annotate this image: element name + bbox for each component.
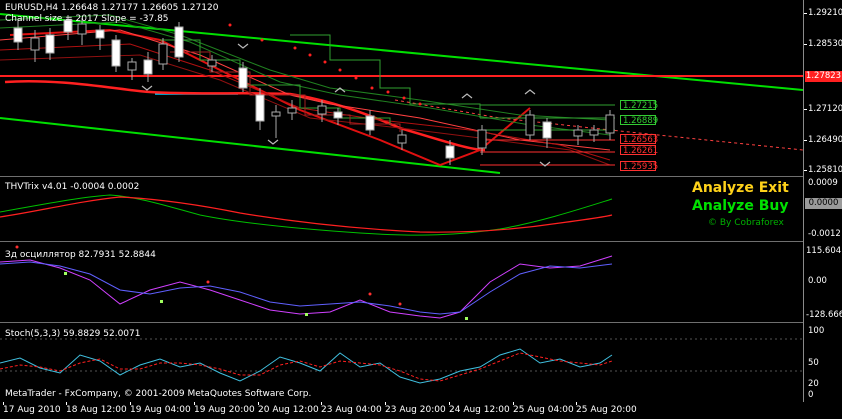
time-label: 24 Aug 12:00 bbox=[449, 405, 510, 415]
stoch-main-line bbox=[0, 348, 613, 384]
thvtrix-label: THVTrix v4.01 -0.0004 0.0002 bbox=[5, 182, 140, 192]
channel-lower-line bbox=[0, 117, 501, 174]
price-tick: 1.25810 bbox=[808, 165, 842, 175]
osc-dots-2 bbox=[64, 272, 468, 320]
thvtrix-axis[interactable]: 0.0009 0.0000 -0.0012 bbox=[803, 177, 842, 242]
time-label: 23 Aug 20:00 bbox=[385, 405, 446, 415]
time-label: 25 Aug 20:00 bbox=[576, 405, 637, 415]
credit-label: © By Cobraforex bbox=[708, 218, 784, 228]
price-axis[interactable]: 1.29210 1.28530 1.27823 1.27120 1.26490 … bbox=[803, 0, 842, 177]
trix-slow-line bbox=[0, 196, 613, 233]
price-chart-pane[interactable]: EURUSD,H4 1.26648 1.27177 1.26605 1.2712… bbox=[0, 0, 803, 177]
chart-header: EURUSD,H4 1.26648 1.27177 1.26605 1.2712… bbox=[5, 3, 219, 13]
stoch-signal-line bbox=[0, 352, 613, 382]
stochastic-label: Stoch(5,3,3) 59.8829 52.0071 bbox=[5, 329, 141, 339]
thvtrix-tick: -0.0012 bbox=[808, 229, 841, 239]
oscillator-pane[interactable]: Зд осциллятор 82.7931 52.8844 bbox=[0, 242, 803, 323]
osc-tick: 115.6041 bbox=[806, 246, 842, 256]
level-label-1: 1.27215 bbox=[620, 100, 658, 111]
stochastic-axis[interactable]: 100 50 20 0 bbox=[803, 323, 842, 403]
thvtrix-tick: 0.0009 bbox=[808, 178, 838, 188]
time-label: 17 Aug 2010 bbox=[3, 405, 61, 415]
level-label-5: 1.25935 bbox=[620, 161, 658, 172]
copyright-label: MetaTrader - FxCompany, © 2001-2009 Meta… bbox=[5, 389, 312, 399]
time-label: 19 Aug 20:00 bbox=[194, 405, 255, 415]
osc-tick: -128.6663 bbox=[806, 310, 842, 320]
time-label: 18 Aug 12:00 bbox=[66, 405, 127, 415]
stoch-tick: 100 bbox=[808, 326, 825, 336]
stochastic-pane[interactable]: Stoch(5,3,3) 59.8829 52.0071 MetaTrader … bbox=[0, 323, 803, 403]
time-label: 20 Aug 12:00 bbox=[258, 405, 319, 415]
oscillator-axis[interactable]: 115.6041 0.00 -128.6663 bbox=[803, 242, 842, 323]
thvtrix-current-box: 0.0000 bbox=[805, 198, 842, 209]
channel-info: Channel size = 2017 Slope = -37.85 bbox=[5, 14, 169, 24]
stoch-tick: 50 bbox=[808, 358, 819, 368]
price-tick: 1.29210 bbox=[808, 8, 842, 18]
osc-line-2 bbox=[0, 261, 613, 315]
osc-line-1 bbox=[0, 255, 613, 319]
time-label: 25 Aug 04:00 bbox=[513, 405, 574, 415]
level-label-3: 1.26563 bbox=[620, 134, 658, 145]
oscillator-label: Зд осциллятор 82.7931 52.8844 bbox=[5, 250, 156, 260]
current-price-box: 1.27823 bbox=[805, 71, 842, 82]
time-label: 23 Aug 04:00 bbox=[321, 405, 382, 415]
price-tick: 1.28530 bbox=[808, 39, 842, 49]
analyze-buy-label: Analyze Buy bbox=[692, 198, 789, 214]
time-label: 19 Aug 04:00 bbox=[130, 405, 191, 415]
price-tick: 1.26490 bbox=[808, 135, 842, 145]
candlesticks bbox=[13, 15, 615, 165]
level-label-2: 1.26889 bbox=[620, 115, 658, 126]
price-tick: 1.27120 bbox=[808, 104, 842, 114]
analyze-exit-label: Analyze Exit bbox=[692, 180, 789, 196]
regression-curve bbox=[4, 79, 486, 152]
thvtrix-pane[interactable]: THVTrix v4.01 -0.0004 0.0002 Analyze Exi… bbox=[0, 177, 803, 242]
osc-tick: 0.00 bbox=[808, 276, 827, 286]
stoch-tick: 0 bbox=[808, 390, 814, 400]
price-chart-canvas bbox=[0, 13, 803, 174]
stoch-tick: 20 bbox=[808, 379, 819, 389]
level-label-4: 1.26261 bbox=[620, 145, 658, 156]
